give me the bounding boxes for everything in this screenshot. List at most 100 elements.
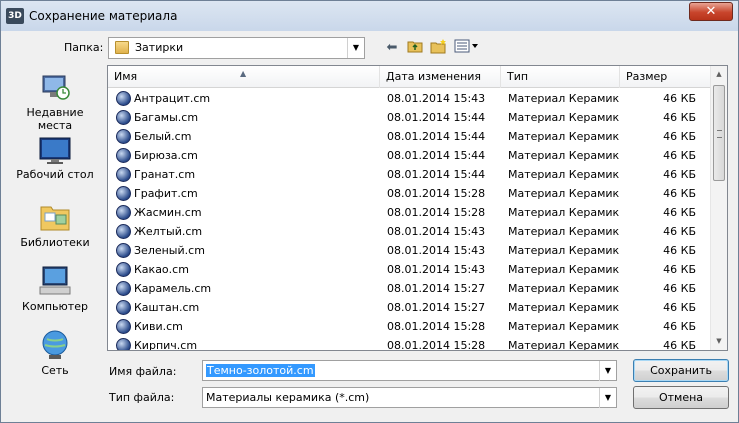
filetype-select[interactable]: Материалы керамика (*.cm) ▼ (202, 387, 617, 408)
file-date: 08.01.2014 15:44 (387, 168, 486, 181)
place-computer[interactable]: Компьютер (5, 265, 105, 313)
cancel-button[interactable]: Отмена (633, 386, 729, 409)
material-file-icon (116, 224, 131, 239)
column-date[interactable]: Дата изменения (380, 66, 501, 88)
file-row[interactable]: Жасмин.cm 08.01.2014 15:28 Материал Керами… (108, 203, 712, 222)
file-name: Зеленый.cm (134, 244, 205, 257)
scroll-up-icon[interactable]: ▲ (711, 66, 727, 83)
place-desktop-label: Рабочий стол (16, 168, 94, 181)
computer-icon (39, 266, 71, 295)
file-size: 46 КБ (663, 225, 696, 238)
material-file-icon (116, 281, 131, 296)
place-recent[interactable]: Недавние места (5, 73, 105, 132)
sort-up-icon: ▲ (240, 69, 247, 78)
file-date: 08.01.2014 15:44 (387, 130, 486, 143)
scroll-down-icon[interactable]: ▼ (711, 333, 727, 350)
file-type: Материал Керамик (508, 282, 620, 295)
filename-label: Имя файла: (109, 365, 177, 378)
file-name: Карамель.cm (134, 282, 212, 295)
file-size: 46 КБ (663, 92, 696, 105)
filename-value: Темно-золотой.cm (206, 364, 315, 377)
place-libraries[interactable]: Библиотеки (5, 201, 105, 249)
file-type: Материал Керамик (508, 130, 620, 143)
file-type: Материал Керамик (508, 206, 620, 219)
file-row[interactable]: Киви.cm 08.01.2014 15:28 Материал Керамик 4… (108, 317, 712, 336)
material-file-icon (116, 319, 131, 334)
file-row[interactable]: Кирпич.cm 08.01.2014 15:28 Материал Керами… (108, 336, 712, 351)
close-button[interactable]: ✕ (689, 2, 733, 21)
chevron-down-icon[interactable]: ▼ (347, 38, 364, 58)
save-material-dialog: 3D Сохранение материала ✕ Папка: Затирки… (0, 0, 739, 423)
file-row[interactable]: Желтый.cm 08.01.2014 15:43 Материал Керами… (108, 222, 712, 241)
file-row[interactable]: Белый.cm 08.01.2014 15:44 Материал Керамик… (108, 127, 712, 146)
view-menu-icon[interactable] (453, 39, 479, 57)
look-in-combo[interactable]: Затирки ▼ (108, 37, 365, 59)
back-arrow-icon[interactable]: ⬅ (384, 39, 400, 57)
save-button[interactable]: Сохранить (633, 359, 729, 382)
window-title: Сохранение материала (29, 9, 178, 23)
material-file-icon (116, 148, 131, 163)
filename-dropdown-icon[interactable]: ▼ (599, 361, 616, 381)
column-size[interactable]: Размер (620, 66, 712, 88)
file-size: 46 КБ (663, 263, 696, 276)
file-name: Багамы.cm (134, 111, 199, 124)
filetype-dropdown-icon[interactable]: ▼ (599, 388, 616, 408)
material-file-icon (116, 205, 131, 220)
file-date: 08.01.2014 15:43 (387, 92, 486, 105)
column-type[interactable]: Тип (501, 66, 620, 88)
file-row[interactable]: Каштан.cm 08.01.2014 15:27 Материал Керами… (108, 298, 712, 317)
libraries-icon (40, 206, 70, 231)
title-bar[interactable]: 3D Сохранение материала ✕ (1, 1, 738, 31)
material-file-icon (116, 129, 131, 144)
material-file-icon (116, 91, 131, 106)
column-header: Имя ▲ Дата изменения Тип Размер (108, 66, 712, 88)
file-name: Белый.cm (134, 130, 192, 143)
look-in-label: Папка: (64, 41, 104, 54)
material-file-icon (116, 167, 131, 182)
material-file-icon (116, 186, 131, 201)
look-in-value: Затирки (135, 41, 184, 54)
file-type: Материал Керамик (508, 111, 620, 124)
filename-input[interactable]: Темно-золотой.cm ▼ (202, 360, 617, 381)
file-row[interactable]: Какао.cm 08.01.2014 15:43 Материал Керамик… (108, 260, 712, 279)
file-size: 46 КБ (663, 244, 696, 257)
file-date: 08.01.2014 15:28 (387, 320, 486, 333)
file-row[interactable]: Карамель.cm 08.01.2014 15:27 Материал Кера… (108, 279, 712, 298)
file-type: Материал Керамик (508, 339, 620, 351)
file-date: 08.01.2014 15:44 (387, 149, 486, 162)
file-row[interactable]: Багамы.cm 08.01.2014 15:44 Материал Керами… (108, 108, 712, 127)
recent-places-icon (42, 75, 70, 100)
up-folder-icon[interactable] (406, 39, 424, 57)
file-name: Гранат.cm (134, 168, 196, 181)
file-row[interactable]: Гранат.cm 08.01.2014 15:44 Материал Керами… (108, 165, 712, 184)
file-type: Материал Керамик (508, 187, 620, 200)
file-row[interactable]: Графит.cm 08.01.2014 15:28 Материал Керами… (108, 184, 712, 203)
file-date: 08.01.2014 15:28 (387, 339, 486, 351)
file-size: 46 КБ (663, 339, 696, 351)
file-size: 46 КБ (663, 282, 696, 295)
file-type: Материал Керамик (508, 225, 620, 238)
places-bar: Недавние места Рабочий стол Библиотеки К… (5, 65, 105, 417)
file-list[interactable]: Имя ▲ Дата изменения Тип Размер Антрацит… (107, 65, 728, 351)
file-row[interactable]: Антрацит.cm 08.01.2014 15:43 Материал Кера… (108, 89, 712, 108)
place-desktop[interactable]: Рабочий стол (5, 137, 105, 181)
file-type: Материал Керамик (508, 263, 620, 276)
place-network[interactable]: Сеть (5, 329, 105, 377)
new-folder-icon[interactable] (429, 39, 447, 57)
file-name: Каштан.cm (134, 301, 200, 314)
file-name: Бирюза.cm (134, 149, 198, 162)
file-size: 46 КБ (663, 320, 696, 333)
file-name: Графит.cm (134, 187, 198, 200)
filetype-value: Материалы керамика (*.cm) (206, 391, 370, 404)
file-name: Кирпич.cm (134, 339, 198, 351)
place-recent-label-2: места (37, 119, 73, 132)
file-name: Антрацит.cm (134, 92, 211, 105)
column-name[interactable]: Имя ▲ (108, 66, 380, 88)
file-row[interactable]: Зеленый.cm 08.01.2014 15:43 Материал Керам… (108, 241, 712, 260)
file-size: 46 КБ (663, 130, 696, 143)
network-icon (42, 330, 68, 359)
file-size: 46 КБ (663, 301, 696, 314)
file-row[interactable]: Бирюза.cm 08.01.2014 15:44 Материал Керами… (108, 146, 712, 165)
vertical-scrollbar[interactable]: ▲ ▼ (710, 66, 727, 350)
scroll-thumb[interactable] (713, 85, 725, 181)
